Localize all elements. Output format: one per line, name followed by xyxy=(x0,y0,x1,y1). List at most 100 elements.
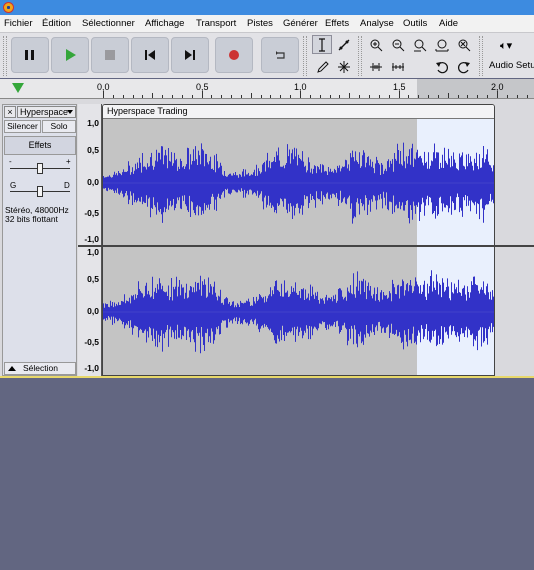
multi-tool[interactable] xyxy=(334,57,354,76)
envelope-tool[interactable] xyxy=(334,35,354,54)
play-icon xyxy=(66,49,76,61)
ruler-tick xyxy=(309,95,311,98)
ruler-tick xyxy=(221,95,223,98)
audio-setup-button[interactable]: 🔈︎▾ Audio Setup xyxy=(488,37,534,75)
selection-tool[interactable] xyxy=(312,35,332,54)
scale-label: 1,0 xyxy=(87,247,99,257)
menu-outils[interactable]: Outils xyxy=(403,18,427,29)
selection-tool-icon xyxy=(319,37,325,52)
loop-icon xyxy=(276,51,285,59)
empty-workspace[interactable] xyxy=(0,378,534,570)
zoom-in-button[interactable] xyxy=(366,35,386,54)
gain-plus-label: + xyxy=(66,157,71,166)
redo-button[interactable] xyxy=(454,57,474,76)
ruler-tick xyxy=(319,95,321,98)
ruler-tick xyxy=(359,95,361,98)
track-close-button[interactable]: × xyxy=(4,106,16,118)
ruler-tick xyxy=(280,95,282,98)
zoom-toggle-button[interactable] xyxy=(454,35,474,54)
silence-selection-button[interactable] xyxy=(388,57,408,76)
pan-right-label: D xyxy=(64,181,70,190)
ruler-tick xyxy=(181,95,183,98)
menu-pistes[interactable]: Pistes xyxy=(247,18,273,29)
menu-transport[interactable]: Transport xyxy=(196,18,236,29)
mute-button[interactable]: Silencer xyxy=(4,120,41,133)
gain-slider[interactable] xyxy=(37,163,43,174)
stop-icon xyxy=(105,50,115,60)
play-button[interactable] xyxy=(51,37,89,73)
menu-selectionner[interactable]: Sélectionner xyxy=(82,18,135,29)
audio-setup-label: Audio Setup xyxy=(489,60,534,71)
record-icon xyxy=(229,50,239,60)
toolbar-grip[interactable] xyxy=(3,36,7,76)
stop-button[interactable] xyxy=(91,37,129,73)
ruler-tick xyxy=(300,91,301,98)
menu-bar: Fichier Édition Sélectionner Affichage T… xyxy=(0,15,534,32)
toolbar-grip-audio[interactable] xyxy=(479,36,483,76)
ruler-tick xyxy=(516,95,518,98)
ruler-tick xyxy=(290,95,292,98)
scale-label: -0,5 xyxy=(84,337,99,347)
solo-button[interactable]: Solo xyxy=(42,120,76,133)
ruler-tick xyxy=(437,95,439,98)
ruler-tick xyxy=(171,95,173,98)
effects-button[interactable]: Effets xyxy=(4,136,76,155)
fit-selection-button[interactable] xyxy=(410,35,430,54)
ruler-tick xyxy=(250,93,252,98)
zoom-out-button[interactable] xyxy=(388,35,408,54)
undo-icon xyxy=(436,61,448,73)
ruler-tick xyxy=(103,91,104,98)
ruler-tick xyxy=(408,95,410,98)
loop-button[interactable] xyxy=(261,37,299,73)
skip-start-icon xyxy=(145,50,155,60)
select-track-button[interactable]: Sélection xyxy=(4,362,76,375)
ruler-tick xyxy=(329,95,331,98)
record-button[interactable] xyxy=(215,37,253,73)
audio-clip[interactable]: Hyperspace Trading xyxy=(102,104,495,376)
ruler-tick xyxy=(122,95,124,98)
scale-label: 0,0 xyxy=(87,177,99,187)
menu-fichier[interactable]: Fichier xyxy=(4,18,33,29)
multi-tool-icon xyxy=(338,60,350,73)
skip-start-button[interactable] xyxy=(131,37,169,73)
ruler-tick xyxy=(487,95,489,98)
play-head-icon[interactable] xyxy=(12,83,24,93)
pause-button[interactable] xyxy=(11,37,49,73)
ruler-tick xyxy=(398,91,400,98)
menu-effets[interactable]: Effets xyxy=(325,18,349,29)
menu-affichage[interactable]: Affichage xyxy=(145,18,184,29)
draw-tool[interactable] xyxy=(312,57,332,76)
trim-outside-button[interactable] xyxy=(366,57,386,76)
scale-label: 1,0 xyxy=(87,118,99,128)
silence-selection-icon xyxy=(392,62,404,71)
ruler-tick xyxy=(447,93,449,98)
skip-end-button[interactable] xyxy=(171,37,209,73)
ruler-tick xyxy=(388,95,390,98)
toolbar-grip-tools[interactable] xyxy=(303,36,307,76)
zoom-out-icon xyxy=(392,39,405,51)
speaker-icon: 🔈︎▾ xyxy=(500,40,513,52)
menu-generer[interactable]: Générer xyxy=(283,18,318,29)
track-area: × Hyperspace Silencer Solo Effets - + G … xyxy=(0,104,534,378)
ruler-tick xyxy=(270,95,272,98)
menu-aide[interactable]: Aide xyxy=(439,18,458,29)
toolbar-grip-edit[interactable] xyxy=(358,36,362,76)
scale-label: 0,5 xyxy=(87,274,99,284)
ruler-tick xyxy=(201,91,203,98)
pan-slider[interactable] xyxy=(37,186,43,197)
ruler-tick xyxy=(428,95,430,98)
timeline-ruler[interactable]: 0,0 0,5 1,0 1,5 2,0 xyxy=(0,79,534,99)
vertical-scale[interactable]: 1,0 0,5 0,0 -0,5 -1,0 1,0 0,5 0,0 -0,5 -… xyxy=(78,104,102,376)
menu-edition[interactable]: Édition xyxy=(42,18,71,29)
track-name-menu[interactable]: Hyperspace xyxy=(17,106,76,118)
ruler-tick xyxy=(506,95,508,98)
waveform[interactable] xyxy=(103,119,495,376)
fit-project-button[interactable] xyxy=(432,35,452,54)
ruler-tick xyxy=(112,95,114,98)
pan-left-label: G xyxy=(10,181,17,190)
undo-button[interactable] xyxy=(432,57,452,76)
scale-label: 0,0 xyxy=(87,306,99,316)
clip-title[interactable]: Hyperspace Trading xyxy=(103,105,494,119)
menu-analyse[interactable]: Analyse xyxy=(360,18,394,29)
track-info: Stéréo, 48000Hz 32 bits flottant xyxy=(5,206,69,224)
